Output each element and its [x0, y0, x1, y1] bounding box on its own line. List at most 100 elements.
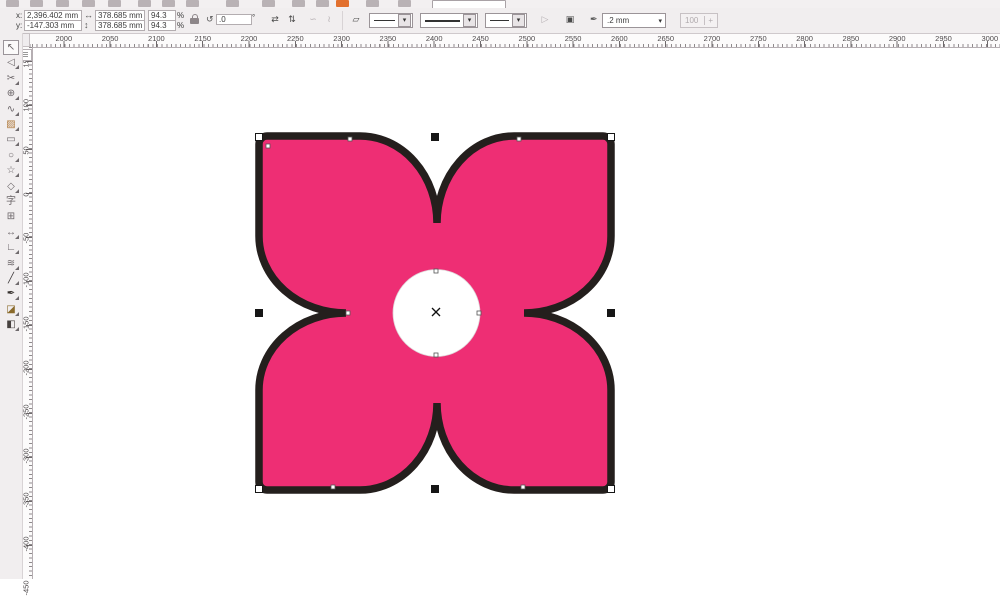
corner-selection-handle[interactable]	[607, 485, 615, 493]
flyout-indicator[interactable]	[15, 327, 19, 332]
rotation-angle-field[interactable]: .0	[216, 14, 252, 25]
flyout-indicator[interactable]	[15, 96, 19, 101]
toolbar-icon-fragment[interactable]	[186, 0, 199, 7]
toolbox-outline-pen-tool[interactable]: ✒	[3, 286, 19, 301]
toolbox-text-tool[interactable]: 字	[3, 194, 19, 209]
toolbox-crop-tool[interactable]: ✂	[3, 71, 19, 86]
toolbar-icon-fragment[interactable]	[82, 0, 95, 7]
spinner-increment[interactable]: +	[704, 16, 716, 25]
toolbar-icon-fragment[interactable]	[108, 0, 121, 7]
curve-node[interactable]	[347, 136, 353, 142]
rotation-icon: ↺	[206, 14, 214, 24]
toolbox-table-tool[interactable]: ⊞	[3, 209, 19, 224]
dropdown-arrow-icon[interactable]: ▾	[658, 17, 662, 25]
toolbar-icon-fragment[interactable]	[398, 0, 411, 7]
flyout-indicator[interactable]	[15, 311, 19, 316]
flyout-indicator[interactable]	[15, 234, 19, 239]
ruler-label: 2000	[55, 34, 73, 43]
curve-node[interactable]	[345, 310, 351, 316]
toolbar-icon-fragment[interactable]	[138, 0, 151, 7]
toolbox-polygon-tool[interactable]: ☆	[3, 163, 19, 178]
curve-node[interactable]	[476, 310, 482, 316]
corner-selection-handle[interactable]	[607, 133, 615, 141]
transparency-spinner[interactable]: 100 +	[680, 13, 718, 28]
vertical-ruler[interactable]: 150 100 50 0 -50 -100 -150 -200 -250 -300 -350 -400…	[22, 47, 33, 596]
toolbar-icon-fragment[interactable]	[56, 0, 69, 7]
curve-node[interactable]	[330, 484, 336, 490]
toolbox-eyedropper-tool[interactable]: ╱	[3, 271, 19, 286]
y-position-field[interactable]: -147.303 mm	[24, 20, 82, 31]
flyout-indicator[interactable]	[15, 265, 19, 270]
toolbar-icon-fragment[interactable]	[262, 0, 275, 7]
toolbox-rectangle-tool[interactable]: ▭	[3, 132, 19, 147]
flyout-indicator[interactable]	[15, 188, 19, 193]
toolbox-freehand-tool[interactable]: ∿	[3, 102, 19, 117]
edge-selection-handle[interactable]	[431, 133, 439, 141]
toolbar-icon-fragment[interactable]	[316, 0, 329, 7]
ruler-label: 2200	[240, 34, 258, 43]
flyout-indicator[interactable]	[15, 157, 19, 162]
flyout-indicator[interactable]	[15, 127, 19, 131]
toolbox-shape-tool[interactable]: ◁	[3, 55, 19, 70]
dropdown-arrow-icon[interactable]: ▾	[398, 14, 411, 27]
scale-y-field[interactable]: 94.3	[148, 20, 176, 31]
wrap-paragraph-text-button[interactable]: ▣	[563, 13, 577, 26]
toolbar-icon-fragment[interactable]	[366, 0, 379, 7]
toolbar-icon-fragment[interactable]	[162, 0, 175, 7]
curve-node[interactable]	[265, 143, 271, 149]
toolbox-interactive-fill-tool[interactable]: ◧	[3, 317, 19, 332]
curve-node[interactable]	[516, 136, 522, 142]
outline-width-combo[interactable]: .2 mm ▾	[602, 13, 666, 28]
toolbar-icon-fragment[interactable]	[226, 0, 239, 7]
edge-selection-handle[interactable]	[255, 309, 263, 317]
start-arrowhead-dropdown[interactable]: ▾	[369, 13, 413, 28]
toolbox-connector-tool[interactable]: ∟	[3, 240, 19, 255]
mirror-vertical-button[interactable]: ⇅	[285, 13, 299, 26]
flyout-indicator[interactable]	[15, 281, 19, 285]
toolbar-icon-fragment[interactable]	[30, 0, 43, 7]
flyout-indicator[interactable]	[15, 65, 19, 70]
toolbox-basic-shapes-tool[interactable]: ◇	[3, 179, 19, 194]
curve-node[interactable]	[520, 484, 526, 490]
mirror-horizontal-button[interactable]: ⇄	[268, 13, 282, 26]
edge-selection-handle[interactable]	[431, 485, 439, 493]
flyout-indicator[interactable]	[15, 250, 19, 255]
zoom-level-combo-fragment[interactable]	[432, 0, 506, 8]
toolbox-smart-fill-tool[interactable]: ▨	[3, 117, 19, 132]
end-arrowhead-dropdown[interactable]: ▾	[485, 13, 527, 28]
curve-button-2[interactable]: ≀	[322, 13, 336, 26]
lock-ratio-button[interactable]	[190, 14, 199, 24]
line-style-dropdown[interactable]: ▾	[420, 13, 478, 28]
toolbox-fill-tool[interactable]: ◪	[3, 302, 19, 317]
toolbox-blend-tool[interactable]: ≋	[3, 256, 19, 271]
dropdown-arrow-icon[interactable]: ▾	[463, 14, 476, 27]
curve-button-1[interactable]: ∽	[306, 13, 320, 26]
dropdown-arrow-icon[interactable]: ▾	[512, 14, 525, 27]
curve-node[interactable]	[433, 352, 439, 358]
horizontal-ruler[interactable]: 1950200020502100215022002250230023502400…	[9, 33, 1000, 48]
basic-shapes-tool-icon: ◇	[7, 180, 15, 192]
toolbar-icon-fragment[interactable]	[336, 0, 349, 7]
arrowhead-options-button[interactable]: ▷	[538, 13, 552, 26]
toolbox-zoom-tool[interactable]: ⊕	[3, 86, 19, 101]
toolbar-icon-fragment[interactable]	[6, 0, 19, 7]
curve-node[interactable]	[433, 268, 439, 274]
toolbar-icon-fragment[interactable]	[292, 0, 305, 7]
eyedropper-tool-icon: ╱	[7, 273, 15, 284]
flyout-indicator[interactable]	[15, 296, 19, 301]
toolbox-ellipse-tool[interactable]: ○	[3, 148, 19, 163]
flyout-indicator[interactable]	[15, 80, 19, 85]
toolbox-dimension-tool[interactable]: ↔	[3, 225, 19, 240]
corner-selection-handle[interactable]	[255, 485, 263, 493]
corner-selection-handle[interactable]	[255, 133, 263, 141]
edge-selection-handle[interactable]	[607, 309, 615, 317]
ruler-origin-button[interactable]	[22, 33, 30, 47]
flyout-indicator[interactable]	[15, 173, 19, 178]
canvas[interactable]	[0, 0, 1000, 579]
flyout-indicator[interactable]	[15, 111, 19, 116]
corner-shape-button[interactable]: ▱	[349, 13, 363, 26]
toolbox-pick-tool[interactable]: ↖	[3, 40, 19, 55]
object-height-field[interactable]: 378.685 mm	[95, 20, 145, 31]
flyout-indicator[interactable]	[15, 142, 19, 147]
shape-tool-icon: ◁	[7, 57, 15, 69]
